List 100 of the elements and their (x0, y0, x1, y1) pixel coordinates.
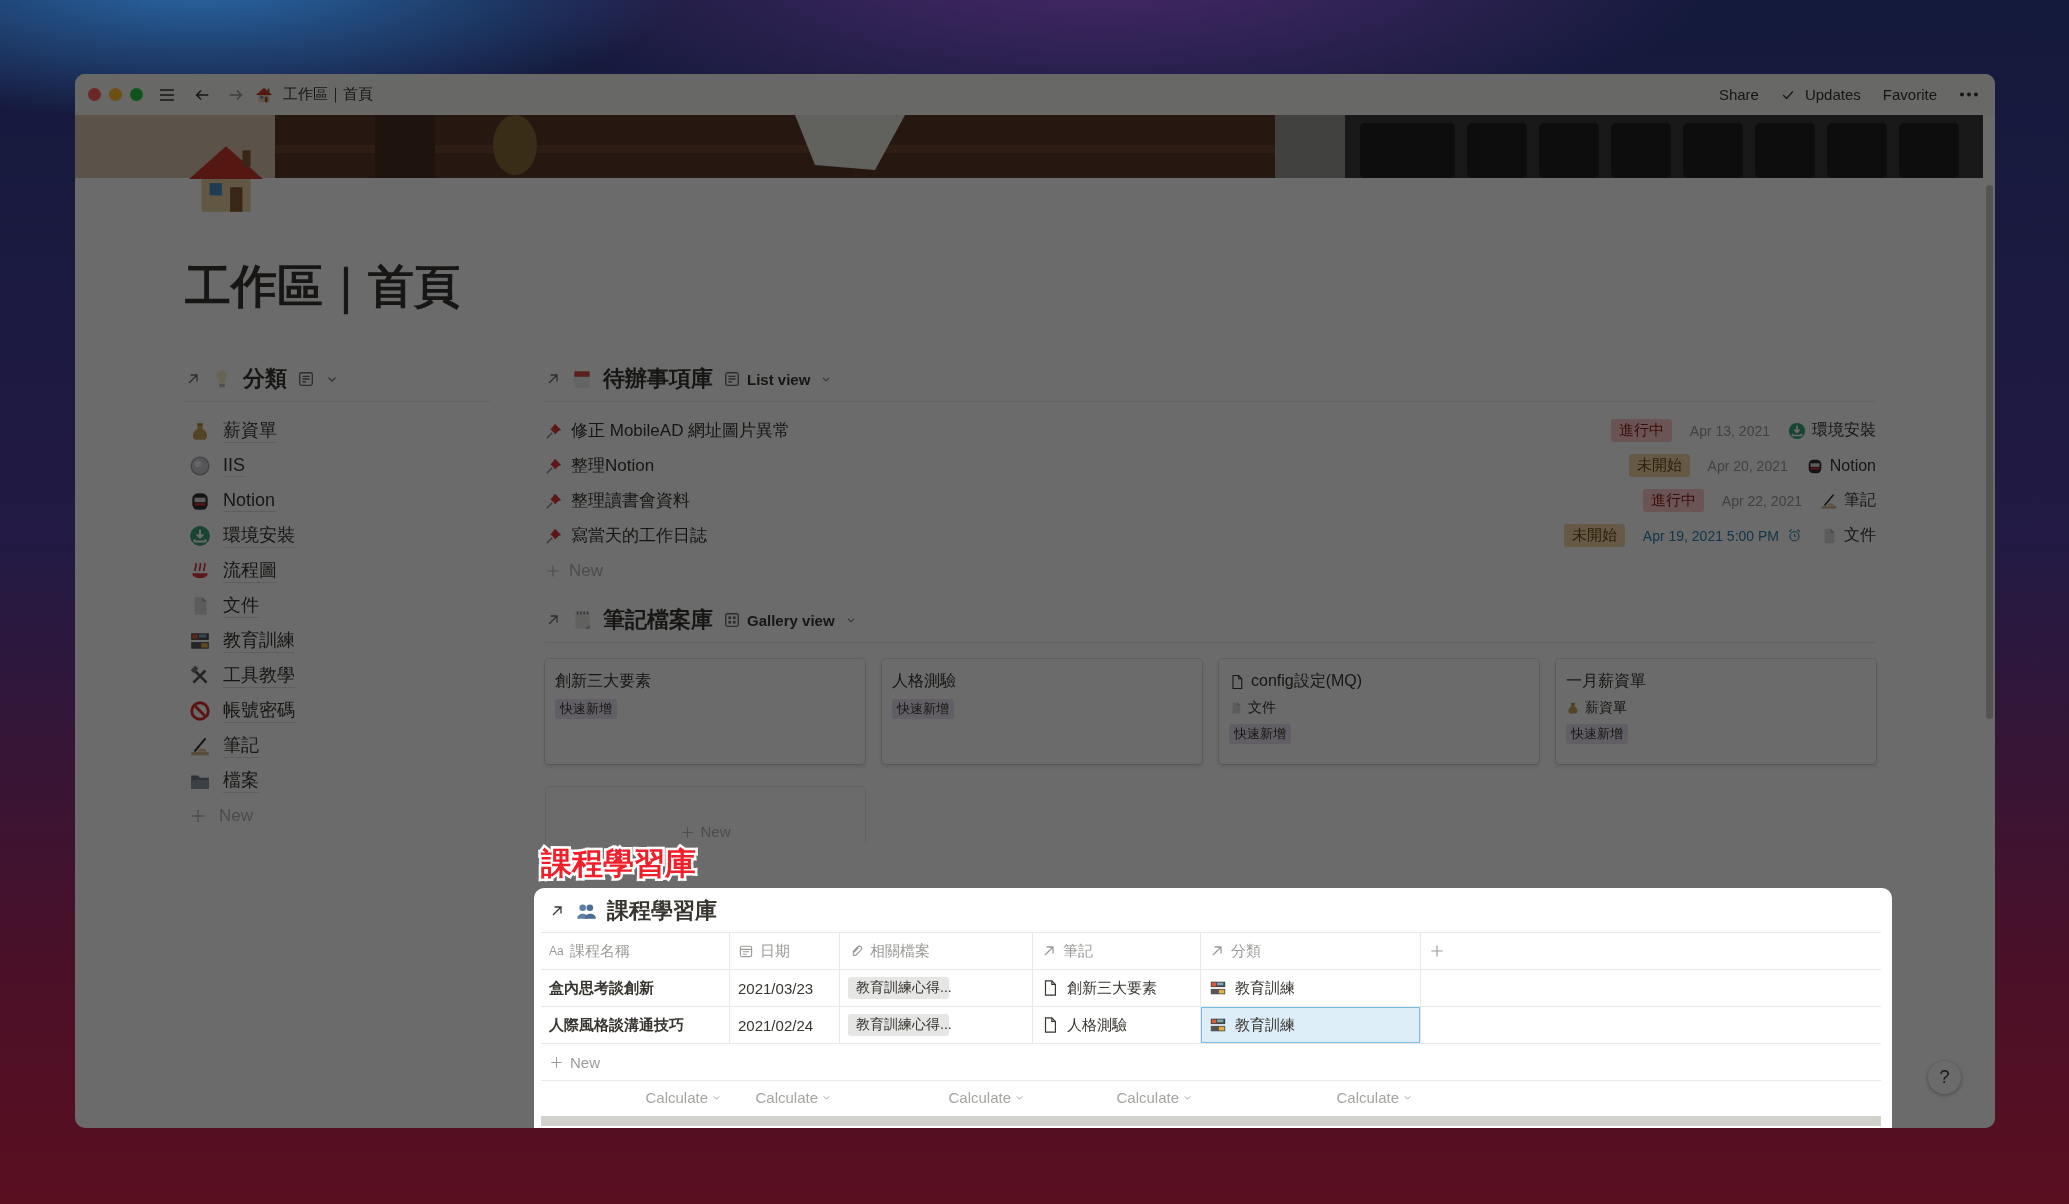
more-icon (1959, 92, 1979, 97)
document-icon (1229, 673, 1245, 690)
plus-icon (545, 562, 561, 579)
calendar-icon (571, 368, 593, 390)
scrollbar[interactable] (541, 1116, 1881, 1126)
calculate-button[interactable]: Calculate (641, 1087, 726, 1108)
section-title[interactable]: 待辦事項庫 (603, 364, 713, 394)
column-header[interactable]: 分類 (1201, 933, 1421, 969)
task-title[interactable]: 整理讀書會資料 (571, 489, 690, 512)
tag: 快速新增 (555, 699, 617, 719)
status-tag: 進行中 (1642, 489, 1704, 512)
list-view-icon (723, 370, 741, 388)
column-header[interactable]: Aa 課程名稱 (541, 933, 730, 969)
tag: 快速新增 (1566, 724, 1628, 744)
category-link[interactable]: 文件 (1844, 525, 1876, 546)
card-title: config設定(MQ) (1251, 671, 1363, 691)
pin-icon (545, 526, 563, 545)
category-link[interactable]: Notion (223, 489, 276, 512)
close-button[interactable] (88, 88, 101, 101)
category-link[interactable]: 薪資單 (223, 418, 277, 443)
calculate-button[interactable]: Calculate (1112, 1087, 1197, 1108)
card-title: 一月薪資單 (1566, 671, 1646, 691)
card-title: 人格測驗 (892, 671, 956, 691)
column-header[interactable]: 筆記 (1033, 933, 1201, 969)
calculate-button[interactable]: Calculate (751, 1087, 836, 1108)
house-icon (255, 85, 273, 104)
calculate-button[interactable]: Calculate (1332, 1087, 1417, 1108)
relation-link[interactable]: 人格測驗 (1067, 1015, 1127, 1035)
plus-icon (1429, 943, 1445, 959)
blocks-icon (1209, 979, 1227, 997)
prohibited-icon (189, 699, 211, 722)
file-tag[interactable]: 教育訓練心得... (848, 1014, 949, 1036)
view-selector[interactable]: Gallery view (747, 611, 835, 629)
help-button[interactable]: ? (1928, 1061, 1961, 1094)
status-tag: 未開始 (1628, 454, 1690, 477)
gallery-view-icon (723, 611, 741, 629)
new-link[interactable]: New (570, 1053, 600, 1071)
category-link[interactable]: 筆記 (1844, 490, 1876, 511)
status-tag: 未開始 (1563, 524, 1625, 547)
tag: 快速新增 (1229, 724, 1291, 744)
pin-icon (545, 421, 563, 440)
task-date: Apr 19, 2021 5:00 PM (1642, 527, 1779, 544)
view-selector[interactable]: List view (747, 370, 811, 388)
plus-icon (680, 825, 696, 840)
card-category: 薪資單 (1585, 699, 1627, 717)
gallery-card[interactable]: 一月薪資單 薪資單 快速新增 (1556, 659, 1876, 764)
table-cell[interactable]: 教育訓練 (1201, 1007, 1421, 1043)
date-icon (738, 943, 754, 959)
category-link[interactable]: 文件 (223, 593, 259, 618)
plus-icon (549, 1054, 564, 1070)
minimize-button[interactable] (109, 88, 122, 101)
category-link[interactable]: 筆記 (223, 733, 259, 758)
money-bag-icon (1566, 701, 1580, 715)
blocks-icon (1209, 1016, 1227, 1034)
download-icon (189, 524, 211, 547)
gallery-card[interactable]: 創新三大要素 快速新增 (545, 659, 865, 764)
category-link[interactable]: 帳號密碼 (223, 698, 295, 723)
calculate-button[interactable]: Calculate (944, 1087, 1029, 1108)
category-link[interactable]: 工具教學 (223, 663, 295, 688)
category-link[interactable]: Notion (1829, 456, 1876, 475)
category-link[interactable]: 流程圖 (223, 558, 277, 583)
list-view-icon (297, 370, 315, 388)
table-cell: 2021/03/23 (730, 970, 840, 1006)
page-title: 工作區｜首頁 (185, 256, 1876, 316)
category-link[interactable]: 檔案 (223, 768, 259, 793)
category-link[interactable]: IIS (223, 454, 245, 477)
card-category: 文件 (1248, 699, 1276, 717)
gallery-card[interactable]: 人格測驗 快速新增 (882, 659, 1202, 764)
pin-icon (545, 491, 563, 510)
toolbar-link[interactable]: Updates (1804, 86, 1861, 103)
table-cell[interactable]: 教育訓練 (1201, 970, 1421, 1006)
task-title[interactable]: 修正 MobileAD 網址圖片異常 (571, 419, 791, 442)
card-title: 創新三大要素 (555, 671, 651, 691)
breadcrumb[interactable]: 工作區｜首頁 (283, 85, 373, 104)
section-title[interactable]: 課程學習庫 (607, 896, 717, 926)
task-title[interactable]: 寫當天的工作日誌 (571, 524, 707, 547)
alarm-icon (1787, 528, 1802, 543)
section-title[interactable]: 筆記檔案庫 (603, 605, 713, 635)
table-cell: 人際風格談溝通技巧 (541, 1007, 730, 1043)
section-title[interactable]: 分類 (243, 364, 287, 394)
file-tag[interactable]: 教育訓練心得... (848, 977, 949, 999)
column-header[interactable]: 日期 (730, 933, 840, 969)
category-link[interactable]: 教育訓練 (223, 628, 295, 653)
scrollbar[interactable] (1985, 185, 1993, 719)
task-title[interactable]: 整理Notion (571, 454, 655, 477)
column-header[interactable]: 相關檔案 (840, 933, 1033, 969)
disc-icon (189, 454, 211, 477)
table-cell: 盒內思考談創新 (541, 970, 730, 1006)
pin-icon (545, 456, 563, 475)
toolbar-link[interactable]: Share (1718, 86, 1759, 103)
download-icon (1788, 421, 1806, 440)
category-link[interactable]: 環境安裝 (223, 523, 295, 548)
category-link[interactable]: 環境安裝 (1812, 420, 1876, 441)
gallery-card[interactable]: config設定(MQ) 文件 快速新增 (1219, 659, 1539, 764)
toolbar-link[interactable]: Favorite (1882, 86, 1937, 103)
zoom-button[interactable] (130, 88, 143, 101)
annotation-label: 課程學習庫 (541, 845, 696, 883)
table-cell: 2021/02/24 (730, 1007, 840, 1043)
status-tag: 進行中 (1610, 419, 1672, 442)
relation-link[interactable]: 創新三大要素 (1067, 978, 1157, 998)
